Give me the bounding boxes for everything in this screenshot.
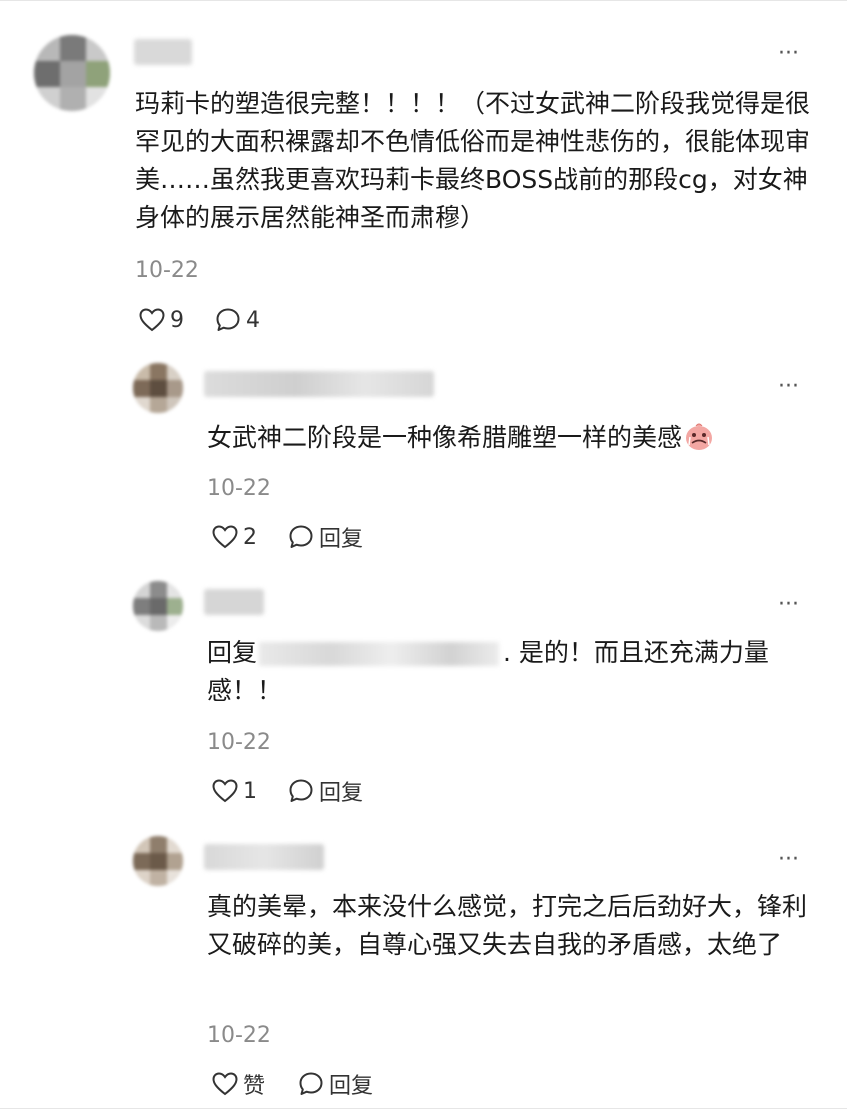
avatar[interactable] <box>133 363 183 413</box>
like-button[interactable]: 1 <box>212 777 257 805</box>
reply-label: 回复 <box>319 527 364 552</box>
like-button[interactable]: 2 <box>212 523 257 551</box>
speech-bubble-icon <box>288 778 314 804</box>
like-label: 赞 <box>243 1074 266 1099</box>
more-dots-icon[interactable]: ··· <box>778 43 799 65</box>
heart-outline-icon <box>212 1072 238 1096</box>
like-count: 2 <box>243 524 257 550</box>
reply-prefix: 回复 <box>207 638 258 667</box>
reply-button[interactable]: 回复 <box>298 1070 374 1099</box>
avatar[interactable] <box>133 581 183 631</box>
username[interactable] <box>134 39 192 65</box>
comment-date: 10-22 <box>135 258 199 283</box>
more-dots-icon[interactable]: ··· <box>778 594 799 616</box>
like-count: 1 <box>243 778 257 804</box>
mentioned-username[interactable] <box>259 642 500 666</box>
avatar[interactable] <box>34 35 110 111</box>
reply-label: 回复 <box>319 781 364 806</box>
reply-button[interactable]: 回复 <box>288 523 364 552</box>
username[interactable] <box>204 371 434 397</box>
heart-outline-icon <box>212 779 238 803</box>
reply-button[interactable]: 回复 <box>288 777 364 806</box>
reply-label: 回复 <box>329 1074 374 1099</box>
comment-date: 10-22 <box>207 730 271 755</box>
crying-face-emoji <box>684 421 714 451</box>
speech-bubble-icon <box>215 307 241 333</box>
heart-outline-icon <box>139 308 165 332</box>
comment-text: 女武神二阶段是一种像希腊雕塑一样的美感 <box>207 419 807 457</box>
comment-text: 真的美晕，本来没什么感觉，打完之后后劲好大，锋利又破碎的美，自尊心强又失去自我的… <box>207 892 808 959</box>
comment-text: 回复. 是的！而且还充满力量感！！ <box>207 638 769 705</box>
comment-date: 10-22 <box>207 1023 271 1048</box>
username[interactable] <box>204 844 324 870</box>
username[interactable] <box>204 589 264 615</box>
like-count: 9 <box>170 307 184 333</box>
more-dots-icon[interactable]: ··· <box>778 376 799 398</box>
speech-bubble-icon <box>288 524 314 550</box>
comment-text: 玛莉卡的塑造很完整！！！！（不过女武神二阶段我觉得是很罕见的大面积裸露却不色情低… <box>135 89 811 232</box>
reply-count: 4 <box>246 307 260 333</box>
like-button[interactable]: 赞 <box>212 1070 266 1099</box>
speech-bubble-icon <box>298 1071 324 1097</box>
heart-outline-icon <box>212 525 238 549</box>
reply-button[interactable]: 4 <box>215 306 260 334</box>
avatar[interactable] <box>133 836 183 886</box>
comment-date: 10-22 <box>207 476 271 501</box>
like-button[interactable]: 9 <box>139 306 184 334</box>
more-dots-icon[interactable]: ··· <box>778 849 799 871</box>
comment-thread: ··· 玛莉卡的塑造很完整！！！！（不过女武神二阶段我觉得是很罕见的大面积裸露却… <box>0 0 847 1109</box>
